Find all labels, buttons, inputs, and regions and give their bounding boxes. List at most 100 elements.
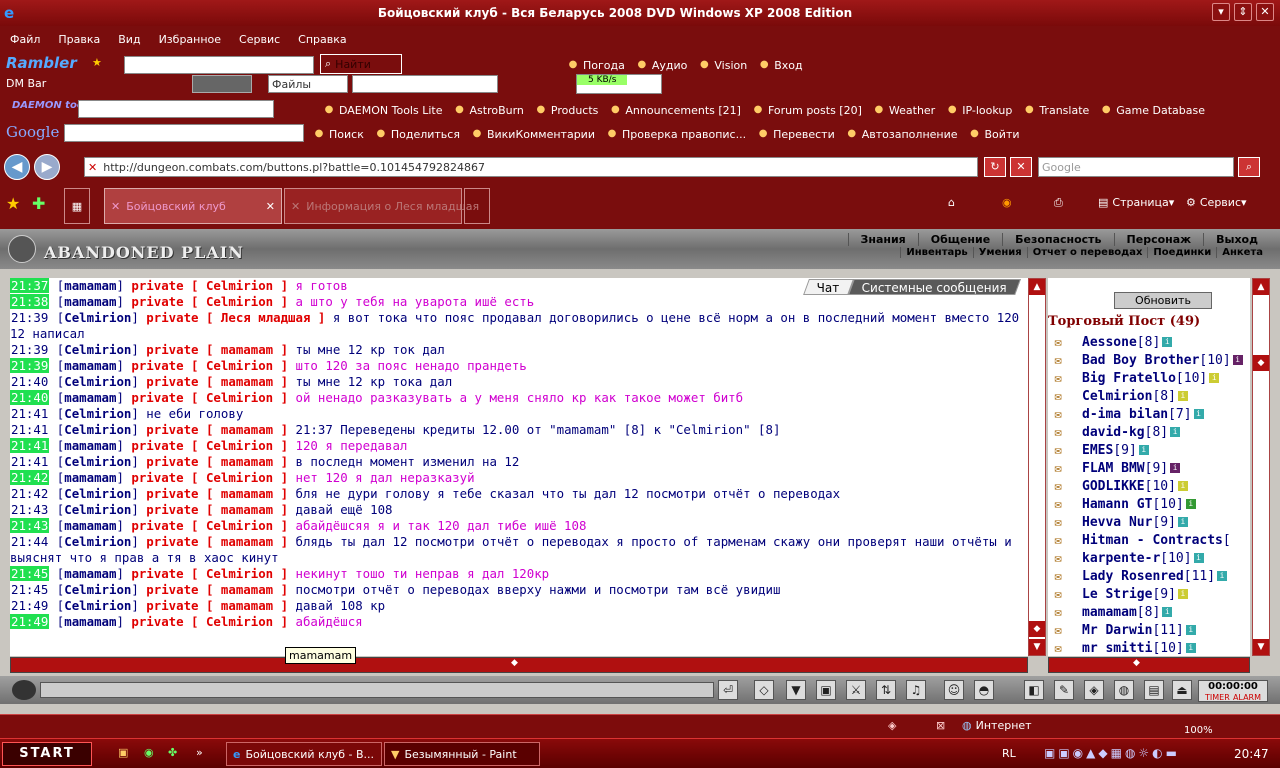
private-recipient[interactable]: private [ mamamam ]	[146, 422, 288, 437]
trade-user-icon[interactable]: ✉	[1048, 605, 1068, 619]
menu-3[interactable]: Избранное	[159, 33, 221, 46]
scroll-icon[interactable]: ✎	[1054, 680, 1074, 700]
back-icon[interactable]: ◀	[4, 154, 30, 180]
trade-user-icon[interactable]: ✉	[1048, 335, 1068, 349]
bag-icon[interactable]: ◧	[1024, 680, 1044, 700]
message-author[interactable]: Celmirion	[64, 374, 131, 389]
private-recipient[interactable]: private [ Celmirion ]	[131, 438, 288, 453]
user-info-icon[interactable]: i	[1217, 571, 1228, 581]
private-recipient[interactable]: private [ mamamam ]	[146, 486, 288, 501]
toolbar1-item-0[interactable]: ● Погода	[566, 58, 625, 72]
message-author[interactable]: Celmirion	[64, 422, 131, 437]
forward-icon[interactable]: ▶	[34, 154, 60, 180]
message-author[interactable]: Celmirion	[64, 454, 131, 469]
toolbar4-item-3[interactable]: ● Проверка правопис...	[605, 127, 746, 141]
game-menu-2[interactable]: Безопасность	[1002, 233, 1113, 246]
task-paint[interactable]: ▼ Безымянный - Paint	[384, 742, 540, 766]
private-recipient[interactable]: private [ mamamam ]	[146, 342, 288, 357]
message-author[interactable]: mamamam	[64, 614, 116, 629]
private-recipient[interactable]: private [ Celmirion ]	[131, 614, 288, 629]
task-fight-club[interactable]: e Бойцовский клуб - В...	[226, 742, 382, 766]
user-name[interactable]: Hamann GT	[1082, 497, 1152, 512]
rambler-search-input[interactable]	[124, 56, 314, 74]
game-submenu-0[interactable]: Инвентарь	[900, 247, 972, 258]
user-name[interactable]: Lady Rosenred	[1082, 569, 1184, 584]
menu-0[interactable]: Файл	[10, 33, 40, 46]
toolbar4-item-0[interactable]: ● Поиск	[312, 127, 364, 141]
chat-hscroll[interactable]: ◆	[10, 657, 1028, 673]
message-author[interactable]: Celmirion	[64, 342, 131, 357]
private-recipient[interactable]: private [ Celmirion ]	[131, 470, 288, 485]
private-recipient[interactable]: private [ mamamam ]	[146, 598, 288, 613]
scroll-mid-icon[interactable]: ◆	[1029, 621, 1045, 637]
private-recipient[interactable]: private [ Celmirion ]	[131, 566, 288, 581]
minimize-button[interactable]: ▾	[1212, 3, 1230, 21]
user-info-icon[interactable]: i	[1170, 463, 1181, 473]
scroll-down-icon[interactable]: ▼	[1029, 639, 1045, 655]
trade-user-icon[interactable]: ✉	[1048, 569, 1068, 583]
toolbar3-item-1[interactable]: ● AstroBurn	[453, 103, 524, 117]
user-name[interactable]: Le Strige	[1082, 587, 1152, 602]
tab-system-messages[interactable]: Системные сообщения	[847, 279, 1021, 295]
toolbar1-item-3[interactable]: ● Вход	[757, 58, 803, 72]
smiles-icon[interactable]: ☺	[944, 680, 964, 700]
scroll-up-icon[interactable]: ▲	[1029, 279, 1045, 295]
close-button[interactable]: ✕	[1256, 3, 1274, 21]
trade-user-icon[interactable]: ✉	[1048, 587, 1068, 601]
message-author[interactable]: Celmirion	[64, 310, 131, 325]
send-icon[interactable]: ⏎	[718, 680, 738, 700]
user-info-icon[interactable]: i	[1177, 517, 1188, 527]
trade-user-icon[interactable]: ✉	[1048, 641, 1068, 655]
scroll-up-icon[interactable]: ▲	[1253, 279, 1269, 295]
user-name[interactable]: david-kg	[1082, 425, 1145, 440]
favorites-star-icon[interactable]: ★	[6, 194, 20, 213]
user-name[interactable]: EMES	[1082, 443, 1113, 458]
user-name[interactable]: mamamam	[1082, 605, 1137, 620]
toolbar4-item-4[interactable]: ● Перевести	[756, 127, 835, 141]
list-hscroll[interactable]: ◆	[1048, 657, 1250, 673]
scroll-down-icon[interactable]: ▼	[1253, 639, 1269, 655]
stop-icon[interactable]: ✕	[1010, 157, 1032, 177]
tab-fight-club[interactable]: ✕ Бойцовский клуб ✕	[104, 188, 282, 224]
lock-icon[interactable]: ▤	[1144, 680, 1164, 700]
page-menu[interactable]: ▤ Страница ▾	[1098, 196, 1174, 209]
transfer-icon[interactable]: ⇅	[876, 680, 896, 700]
toolbar3-item-2[interactable]: ● Products	[534, 103, 599, 117]
private-recipient[interactable]: private [ mamamam ]	[146, 534, 288, 549]
quicklaunch-folder-icon[interactable]: ▣	[118, 746, 128, 759]
message-author[interactable]: Celmirion	[64, 502, 131, 517]
tray-icons[interactable]: ▣▣◉▲◆▦◍☼◐▬	[1044, 746, 1180, 760]
toolbar3-item-0[interactable]: ● DAEMON Tools Lite	[322, 103, 443, 117]
trade-user-icon[interactable]: ✉	[1048, 425, 1068, 439]
guard-icon[interactable]: ◍	[1114, 680, 1134, 700]
private-recipient[interactable]: private [ mamamam ]	[146, 502, 288, 517]
start-button[interactable]: START	[2, 742, 92, 766]
user-info-icon[interactable]: i	[1209, 373, 1220, 383]
helmet-icon[interactable]: ◓	[974, 680, 994, 700]
close-tab-icon[interactable]: ✕	[266, 200, 275, 213]
menu-2[interactable]: Вид	[118, 33, 140, 46]
trade-user-icon[interactable]: ✉	[1048, 371, 1068, 385]
user-name[interactable]: Aessonе	[1082, 335, 1137, 350]
user-info-icon[interactable]: i	[1185, 625, 1196, 635]
tab-chat[interactable]: Чат	[803, 279, 854, 295]
trade-user-icon[interactable]: ✉	[1048, 479, 1068, 493]
new-tab-button[interactable]	[464, 188, 490, 224]
user-info-icon[interactable]: i	[1177, 391, 1188, 401]
restore-button[interactable]: ⇕	[1234, 3, 1252, 21]
user-name[interactable]: karpente-r	[1082, 551, 1160, 566]
user-info-icon[interactable]: i	[1177, 589, 1188, 599]
fight-icon[interactable]: ⚔	[846, 680, 866, 700]
message-author[interactable]: mamamam	[64, 438, 116, 453]
menu-1[interactable]: Правка	[58, 33, 100, 46]
game-menu-0[interactable]: Знания	[847, 233, 918, 246]
home-icon[interactable]: ⌂	[948, 196, 955, 209]
dm-select[interactable]	[352, 75, 498, 93]
user-info-icon[interactable]: i	[1193, 409, 1204, 419]
toolbar3-item-3[interactable]: ● Announcements [21]	[608, 103, 741, 117]
trade-user-icon[interactable]: ✉	[1048, 461, 1068, 475]
user-info-icon[interactable]: i	[1162, 337, 1173, 347]
user-info-icon[interactable]: i	[1232, 355, 1243, 365]
trade-user-icon[interactable]: ✉	[1048, 443, 1068, 457]
trade-user-icon[interactable]: ✉	[1048, 551, 1068, 565]
